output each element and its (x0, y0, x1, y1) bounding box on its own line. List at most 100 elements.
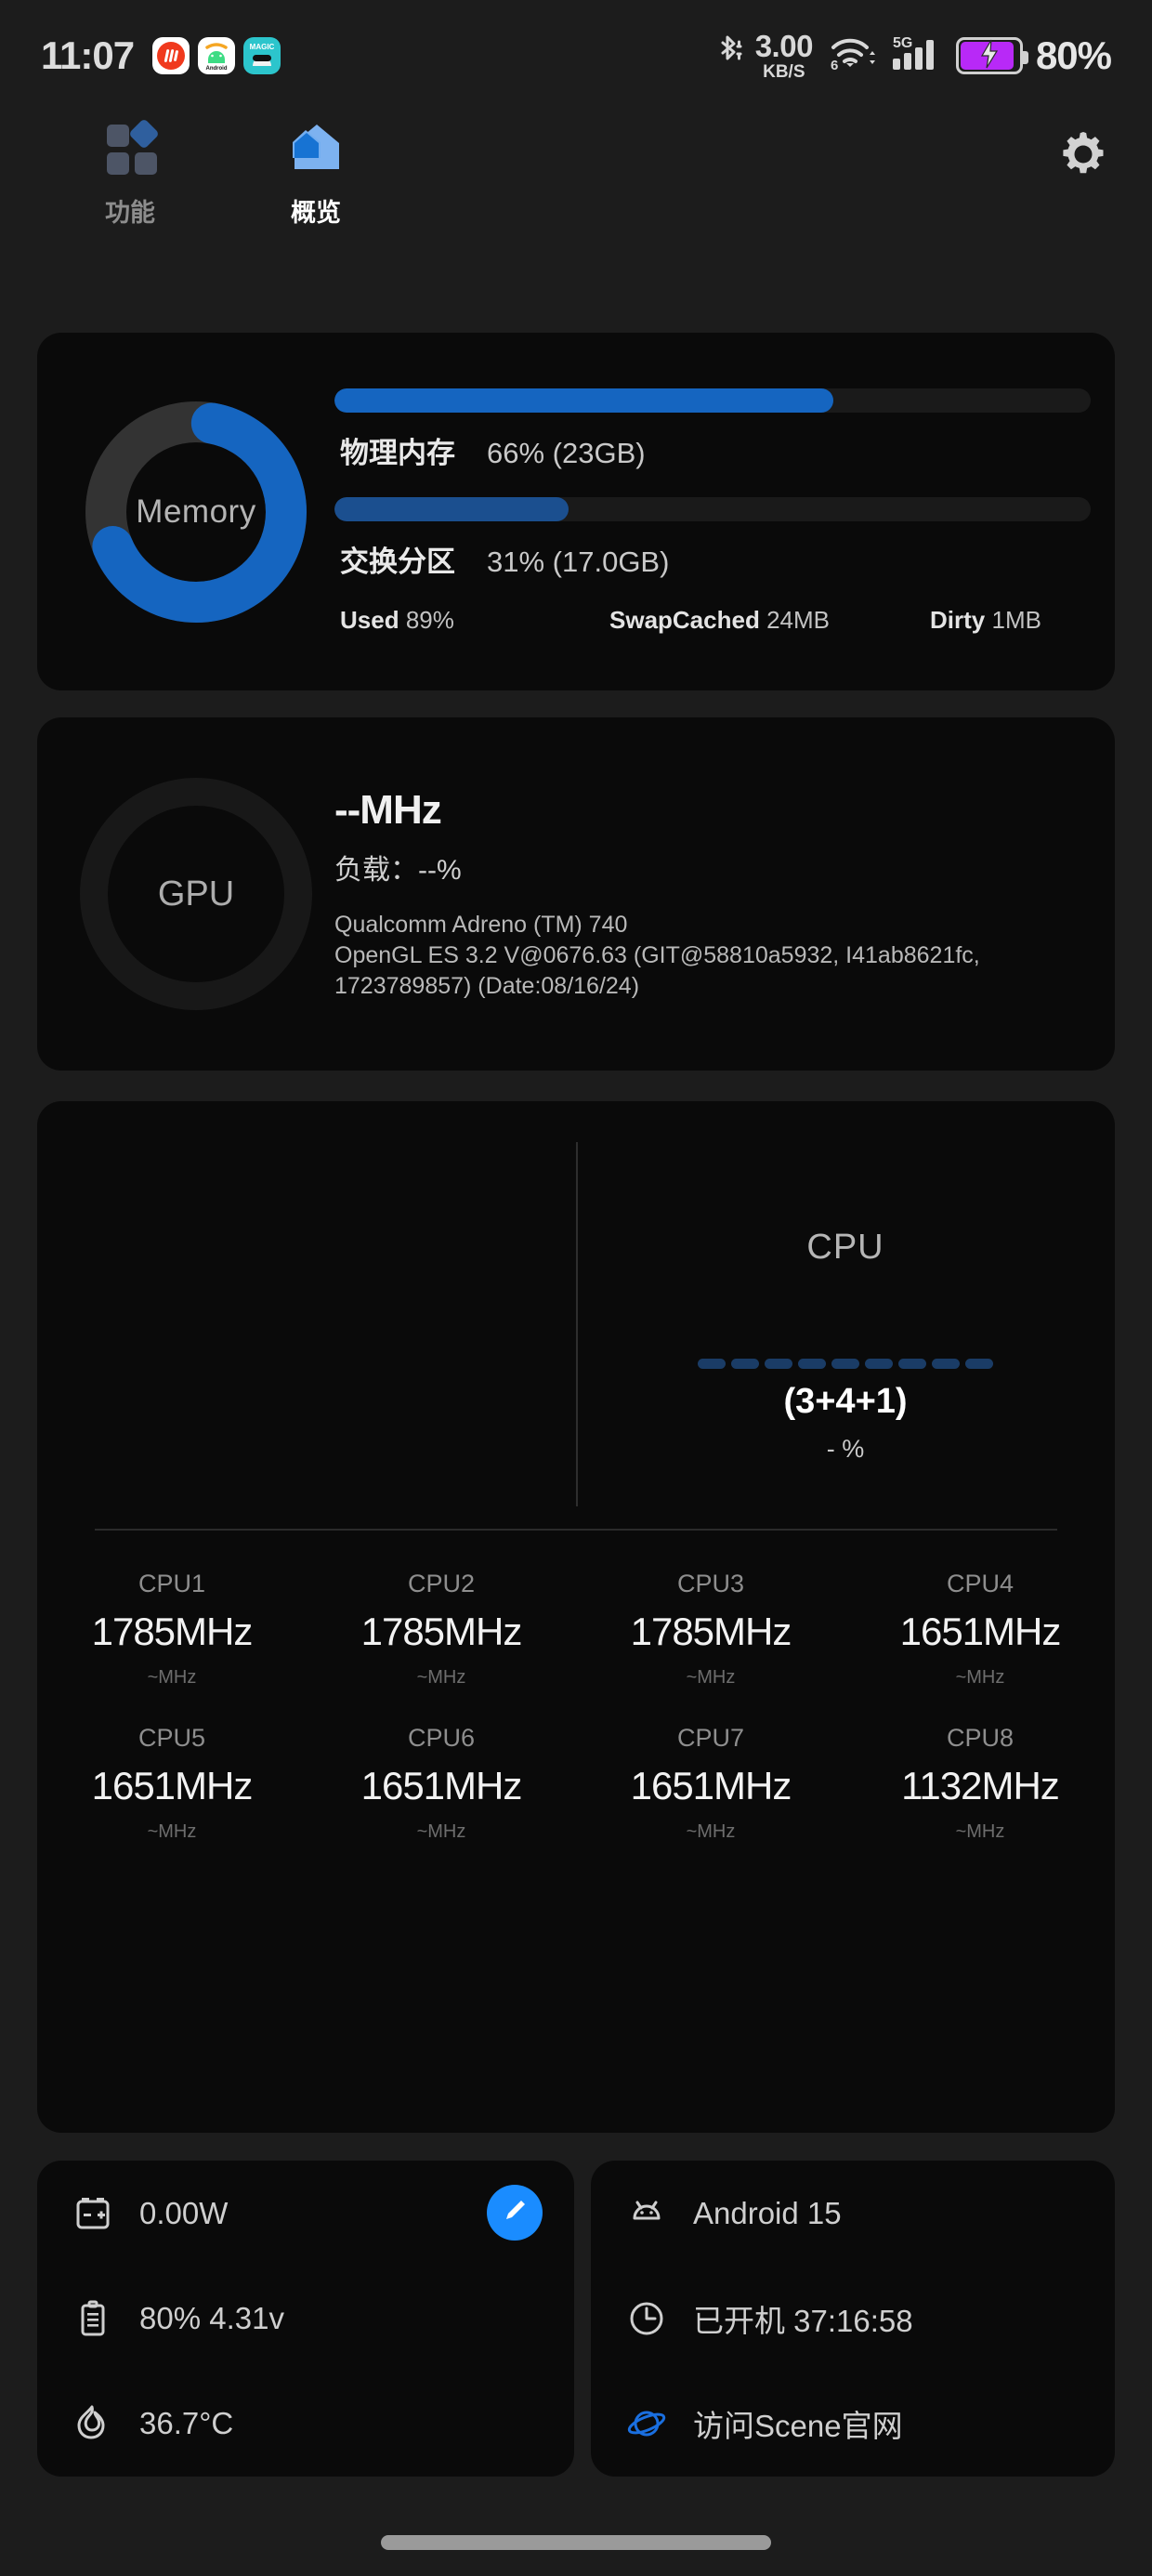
cpu-core-1-sub: ~MHz (147, 1667, 197, 1688)
tab-overview-label: 概览 (291, 199, 341, 227)
tab-features-label: 功能 (105, 199, 155, 227)
stat-swapcached-value: 24MB (766, 606, 830, 634)
physical-memory-value: 66% (23GB) (487, 437, 646, 469)
cpu-core-4-name: CPU4 (946, 1570, 1015, 1597)
gpu-ring: GPU (61, 778, 331, 1010)
tab-overview[interactable]: 概览 (223, 112, 409, 229)
cpu-core-7-sub: ~MHz (686, 1821, 736, 1842)
power-watt-value: 0.00W (139, 2195, 229, 2230)
cpu-core-8-freq: 1132MHz (901, 1764, 1060, 1807)
status-bar-right: 3.00 KB/S 6 5G 80% (714, 29, 1112, 82)
tab-features[interactable]: 功能 (37, 112, 223, 229)
cpu-core-7: CPU7 1651MHz ~MHz (576, 1707, 845, 1861)
gpu-card[interactable]: GPU --MHz 负载：--% Qualcomm Adreno (TM) 74… (37, 717, 1115, 1071)
stat-swapcached: SwapCached 24MB (609, 606, 930, 635)
cpu-title: CPU (806, 1228, 884, 1267)
swap-partition-value: 31% (17.0GB) (487, 545, 670, 578)
cpu-core-3-freq: 1785MHz (630, 1610, 792, 1653)
cpu-core-6: CPU6 1651MHz ~MHz (307, 1707, 576, 1861)
memory-stats-row: Used 89% SwapCached 24MB Dirty 1MB (340, 606, 1091, 635)
cpu-core-3-name: CPU3 (676, 1570, 745, 1597)
home-gesture-pill[interactable] (381, 2535, 771, 2550)
stat-dirty: Dirty 1MB (930, 606, 1041, 635)
battery-power-icon (71, 2192, 115, 2235)
status-bar: 11:07 Android MAGIC 3.00 KB/S 6 5G 80% (0, 0, 1152, 112)
pencil-edit-icon (500, 2196, 530, 2230)
gpu-description: Qualcomm Adreno (TM) 740 OpenGL ES 3.2 V… (334, 910, 985, 1002)
gpu-renderer: Qualcomm Adreno (TM) 740 (334, 911, 628, 938)
memory-ring-label: Memory (136, 493, 256, 530)
svg-text:5G: 5G (893, 35, 912, 51)
clock-icon (624, 2297, 669, 2340)
network-speed-unit: KB/S (763, 62, 805, 82)
home-overview-icon (285, 117, 347, 183)
uptime-row: 已开机 37:16:58 (591, 2266, 1115, 2371)
power-card[interactable]: 0.00W 80% 4.31v 36.7°C (37, 2161, 574, 2477)
cpu-core-2-freq: 1785MHz (360, 1610, 523, 1653)
cpu-core-8-name: CPU8 (946, 1724, 1015, 1752)
cpu-core-grid: CPU1 1785MHz ~MHz CPU2 1785MHz ~MHz CPU3… (37, 1553, 1115, 1861)
android-app-icon: Android (198, 37, 236, 74)
status-clock: 11:07 (41, 33, 135, 77)
network-speed-indicator: 3.00 KB/S (754, 29, 814, 82)
cpu-core-5: CPU5 1651MHz ~MHz (37, 1707, 307, 1861)
cpu-core-3-sub: ~MHz (686, 1667, 736, 1688)
cellular-signal-icon: 5G (891, 33, 943, 80)
cpu-card[interactable]: CPU (3+4+1) - % CPU1 1785MHz ~MHz CPU2 1… (37, 1101, 1115, 2133)
stat-used: Used 89% (340, 606, 609, 635)
cpu-core-1-freq: 1785MHz (91, 1610, 254, 1653)
flame-icon (71, 2402, 115, 2445)
status-app-icons: Android MAGIC (152, 37, 281, 74)
cpu-summary: CPU (3+4+1) - % (576, 1142, 1115, 1506)
gear-icon (1057, 128, 1109, 185)
cpu-core-8: CPU8 1132MHz ~MHz (845, 1707, 1115, 1861)
bluetooth-icon (714, 33, 742, 79)
cpu-load-percent: - % (826, 1435, 865, 1463)
settings-button[interactable] (1054, 126, 1113, 186)
uptime-value: 已开机 37:16:58 (693, 2303, 913, 2338)
temperature-value: 36.7°C (139, 2405, 234, 2440)
magic-app-icon: MAGIC (243, 37, 281, 74)
physical-memory-bar (334, 388, 1091, 413)
battery-percent-label: 80% (1035, 33, 1112, 77)
power-row: 0.00W (37, 2161, 574, 2266)
website-row[interactable]: 访问Scene官网 (591, 2371, 1115, 2476)
cpu-core-3: CPU3 1785MHz ~MHz (576, 1553, 845, 1707)
cpu-load-dashes (698, 1359, 993, 1369)
system-card[interactable]: Android 15 已开机 37:16:58 访问Scene官网 (591, 2161, 1115, 2477)
temperature-row: 36.7°C (37, 2371, 574, 2476)
edit-button[interactable] (487, 2185, 543, 2241)
cpu-core-5-freq: 1651MHz (91, 1764, 254, 1807)
android-version-value: Android 15 (693, 2195, 842, 2230)
tab-bar: 功能 概览 (0, 112, 1152, 242)
stat-swapcached-key: SwapCached (609, 606, 760, 634)
memory-card[interactable]: Memory 物理内存 66% (23GB) 交换分区 31% (17.0GB)… (37, 333, 1115, 690)
physical-memory-label: 物理内存 (340, 437, 455, 469)
network-speed-value: 3.00 (754, 29, 814, 63)
vlc-app-icon (152, 37, 190, 74)
battery-row: 80% 4.31v (37, 2266, 574, 2371)
planet-icon (624, 2402, 669, 2445)
svg-text:MAGIC: MAGIC (250, 43, 275, 51)
stat-dirty-value: 1MB (991, 606, 1041, 634)
stat-dirty-key: Dirty (930, 606, 986, 634)
cpu-core-4-freq: 1651MHz (899, 1610, 1062, 1653)
cpu-core-6-name: CPU6 (407, 1724, 476, 1752)
website-link-label: 访问Scene官网 (693, 2408, 903, 2443)
battery-level-value: 80% 4.31v (139, 2300, 284, 2335)
modules-grid-icon (99, 117, 161, 183)
cpu-core-7-freq: 1651MHz (630, 1764, 792, 1807)
cpu-core-4: CPU4 1651MHz ~MHz (845, 1553, 1115, 1707)
swap-partition-bar (334, 497, 1091, 521)
swap-partition-label: 交换分区 (340, 545, 455, 578)
status-bar-left: 11:07 Android MAGIC (41, 33, 281, 78)
wifi-6-icon: 6 (826, 33, 878, 80)
gpu-ring-label: GPU (157, 874, 235, 913)
memory-ring: Memory (61, 387, 331, 637)
cpu-core-6-freq: 1651MHz (360, 1764, 523, 1807)
cpu-core-5-name: CPU5 (137, 1724, 206, 1752)
cpu-core-5-sub: ~MHz (147, 1821, 197, 1842)
cpu-core-1-name: CPU1 (137, 1570, 206, 1597)
svg-text:Android: Android (206, 66, 228, 72)
cpu-core-2: CPU2 1785MHz ~MHz (307, 1553, 576, 1707)
